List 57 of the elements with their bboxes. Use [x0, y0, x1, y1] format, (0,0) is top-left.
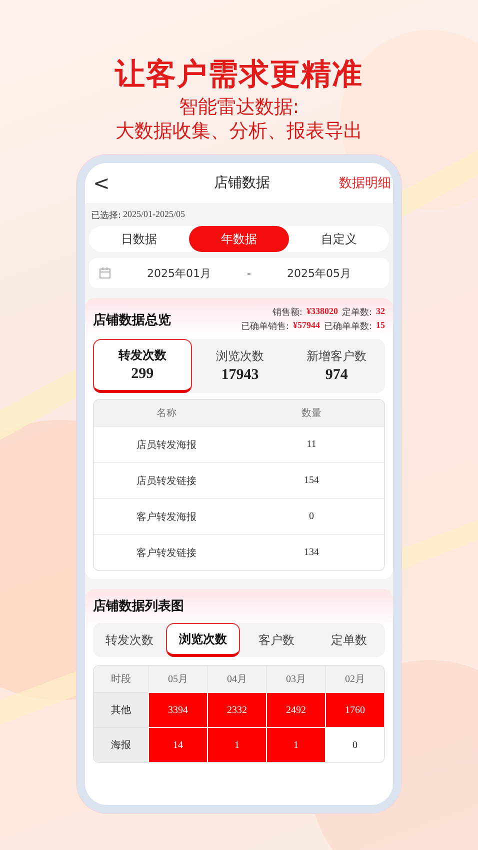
table-cell: 2332	[207, 692, 266, 727]
table-cell-text: 154	[303, 475, 320, 486]
column-header: 时段	[94, 666, 148, 692]
chart-tab[interactable]: 浏览次数	[166, 623, 240, 657]
row-header: 其他	[94, 692, 148, 727]
stat-value: 32	[376, 306, 385, 318]
table-cell-text: 客户转发海报	[136, 510, 198, 524]
column-header: 03月	[266, 666, 325, 692]
table-cell: 3394	[148, 692, 207, 727]
column-header: 04月	[207, 666, 266, 692]
section-title: 店铺数据总览	[93, 312, 171, 328]
table-cell-text: 店员转发海报	[136, 438, 198, 452]
table-cell-text: 0	[308, 511, 315, 522]
page-title: 店铺数据	[214, 174, 270, 192]
date-range-field[interactable]: 2025年01月 - 2025年05月	[89, 258, 389, 288]
table-cell: 1	[266, 727, 325, 762]
selected-label: 已选择:	[91, 210, 122, 222]
stat-label: 定单数:	[342, 306, 372, 319]
table-cell: 1	[207, 727, 266, 762]
metric-tab[interactable]: 转发次数 299	[93, 339, 192, 393]
period-tab[interactable]: 自定义	[289, 226, 389, 252]
table-cell: 2492	[266, 692, 325, 727]
table-cell: 1760	[325, 692, 384, 727]
metric-tab[interactable]: 浏览次数 17943	[192, 339, 288, 393]
period-tab[interactable]: 日数据	[89, 226, 189, 252]
stat-label: 销售额:	[272, 306, 302, 319]
table-cell-text: 11	[306, 439, 318, 450]
stat-value: ¥57944	[292, 320, 320, 332]
subline: 大数据收集、分析、报表导出	[116, 119, 362, 143]
stat-value: 15	[376, 320, 385, 332]
period-tab[interactable]: 年数据	[189, 226, 289, 252]
column-header: 02月	[325, 666, 384, 692]
stat-label: 已确单销售:	[240, 320, 289, 333]
headline: 让客户需求更精准	[115, 56, 363, 94]
column-header: 05月	[148, 666, 207, 692]
chart-tab[interactable]: 转发次数	[93, 623, 166, 657]
section-title: 店铺数据列表图	[93, 598, 184, 615]
chart-tab[interactable]: 客户数	[240, 623, 312, 657]
column-header: 名称	[156, 407, 178, 420]
details-link[interactable]: 数据明细	[327, 174, 391, 192]
end-date: 2025年05月	[286, 266, 352, 280]
column-header: 数量	[300, 407, 322, 420]
table-cell-text: 客户转发链接	[136, 546, 198, 560]
back-button[interactable]: <	[93, 171, 157, 195]
subline: 智能雷达数据:	[178, 95, 300, 119]
table-cell: 14	[148, 727, 207, 762]
stat-label: 已确单单数:	[324, 320, 372, 333]
row-header: 海报	[94, 727, 148, 762]
start-date: 2025年01月	[146, 266, 212, 280]
date-separator: -	[247, 266, 251, 280]
table-cell-text: 134	[303, 547, 320, 558]
table-cell-text: 店员转发链接	[136, 474, 198, 488]
chart-tab[interactable]: 定单数	[312, 623, 385, 657]
stat-value: ¥338020	[306, 306, 338, 318]
selected-range: 2025/01-2025/05	[123, 209, 186, 221]
metric-tab[interactable]: 新增客户数 974	[288, 339, 386, 393]
calendar-icon	[99, 267, 111, 279]
